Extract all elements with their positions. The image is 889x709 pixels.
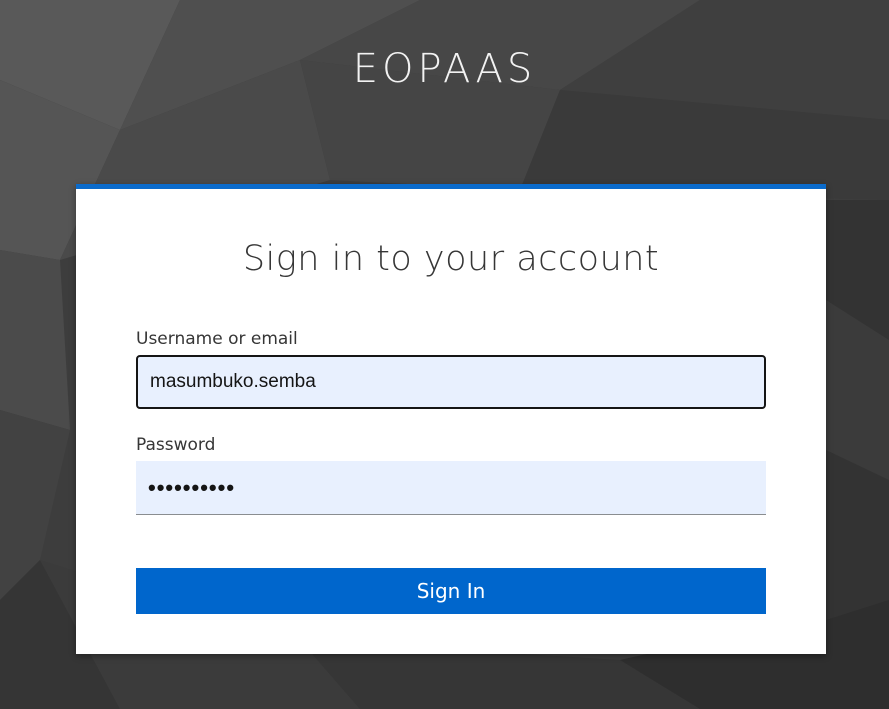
login-card: Sign in to your account Username or emai… [76, 184, 826, 654]
username-value: masumbuko.semba [150, 371, 316, 392]
username-input[interactable]: masumbuko.semba [136, 355, 766, 409]
brand-title: EOPAAS [352, 46, 537, 92]
password-value: •••••••••• [148, 474, 236, 500]
password-label: Password [136, 435, 216, 455]
sign-in-button[interactable]: Sign In [136, 568, 766, 614]
login-title: Sign in to your account [242, 239, 660, 279]
username-label: Username or email [136, 329, 298, 349]
password-input[interactable]: •••••••••• [136, 461, 766, 515]
